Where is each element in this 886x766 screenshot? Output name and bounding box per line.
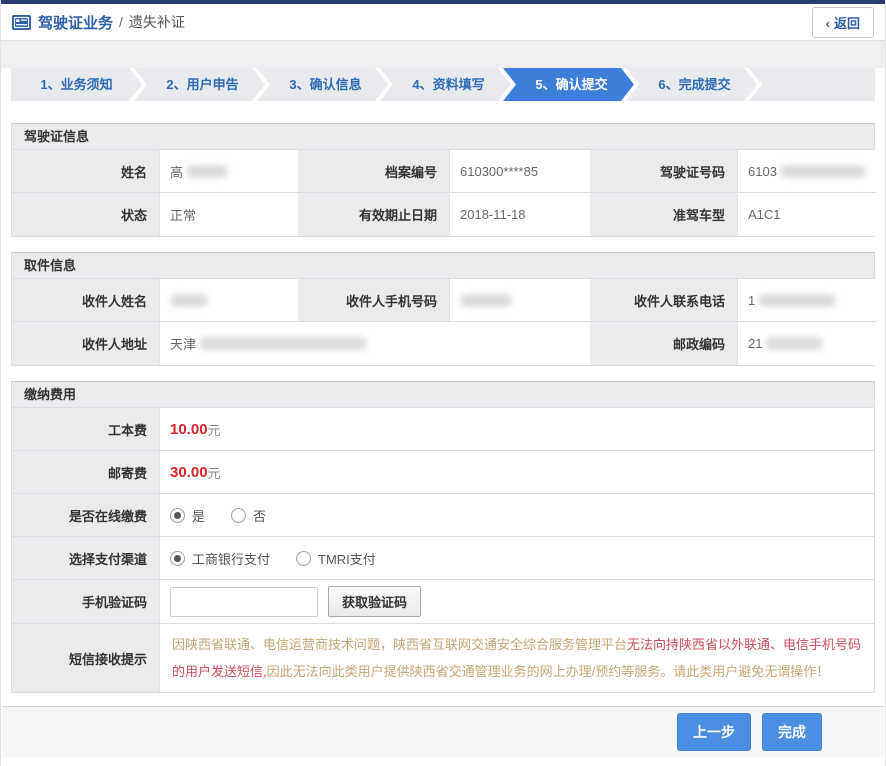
- postal-code-label: 邮政编码: [590, 322, 737, 365]
- step-5-confirm-submit[interactable]: 5、确认提交: [503, 68, 634, 101]
- radio-icbc-pay[interactable]: 工商银行支付: [170, 549, 270, 568]
- finish-button[interactable]: 完成: [762, 713, 822, 751]
- sms-code-row: 获取验证码: [159, 580, 874, 624]
- recipient-name-value: [159, 279, 298, 322]
- main-content: 驾驶证信息 姓名 高 档案编号 610300****85 驾驶证号码 6103 …: [1, 101, 885, 693]
- page-header: 驾驶证业务 / 遗失补证 ‹ 返回: [1, 4, 885, 41]
- license-info-title: 驾驶证信息: [12, 124, 874, 150]
- file-number-label: 档案编号: [298, 150, 449, 193]
- license-number-value: 6103: [737, 150, 876, 193]
- pickup-info-section: 取件信息 收件人姓名 收件人手机号码 收件人联系电话 1 收件人地址 天津 邮政…: [11, 252, 875, 366]
- payment-table: 工本费 10.00元 邮寄费 30.00元 是否在线缴费 是 否 选择支付渠道 …: [12, 408, 874, 692]
- recipient-mobile-label: 收件人手机号码: [298, 279, 449, 322]
- get-sms-code-button[interactable]: 获取验证码: [328, 586, 421, 617]
- redaction-blur: [765, 337, 823, 350]
- back-button-label: 返回: [834, 16, 860, 31]
- step-4-fill-data[interactable]: 4、资料填写: [380, 68, 511, 101]
- step-2-user-declaration[interactable]: 2、用户申告: [134, 68, 265, 101]
- expiry-date-label: 有效期止日期: [298, 193, 449, 236]
- radio-online-yes[interactable]: 是: [170, 506, 205, 525]
- step-3-confirm-info[interactable]: 3、确认信息: [257, 68, 388, 101]
- online-payment-options: 是 否: [159, 494, 874, 537]
- license-number-label: 驾驶证号码: [590, 150, 737, 193]
- payment-channel-options: 工商银行支付 TMRI支付: [159, 537, 874, 580]
- radio-unselected-icon: [296, 551, 311, 566]
- step-bar-filler: [749, 68, 875, 101]
- card-fee-value: 10.00元: [159, 408, 874, 451]
- online-payment-label: 是否在线缴费: [12, 494, 159, 537]
- license-info-section: 驾驶证信息 姓名 高 档案编号 610300****85 驾驶证号码 6103 …: [11, 123, 875, 237]
- step-6-complete-submit[interactable]: 6、完成提交: [626, 68, 757, 101]
- recipient-address-value: 天津: [159, 322, 590, 365]
- radio-selected-icon: [170, 551, 185, 566]
- notice-normal-text: 因此无法向此类用户提供陕西省交通管理业务的网上办理/预约等服务。请此类用户避免无…: [267, 664, 830, 679]
- mail-fee-label: 邮寄费: [12, 451, 159, 494]
- pickup-info-title: 取件信息: [12, 253, 874, 279]
- redaction-blur: [170, 294, 208, 307]
- mail-fee-amount: 30.00: [170, 464, 208, 481]
- footer-action-bar: 上一步 完成: [2, 706, 884, 757]
- redaction-blur: [758, 294, 836, 307]
- postal-code-value: 21: [737, 322, 876, 365]
- sms-code-label: 手机验证码: [12, 580, 159, 624]
- card-fee-amount: 10.00: [170, 421, 208, 438]
- previous-step-button[interactable]: 上一步: [677, 713, 751, 751]
- expiry-date-value: 2018-11-18: [449, 193, 590, 236]
- payment-channel-label: 选择支付渠道: [12, 537, 159, 580]
- radio-unselected-icon: [231, 508, 246, 523]
- license-info-table: 姓名 高 档案编号 610300****85 驾驶证号码 6103 状态 正常 …: [12, 150, 874, 236]
- notice-normal-text: 因陕西省联通、电信运营商技术问题，陕西省互联网交通安全综合服务管理平台: [172, 637, 627, 652]
- back-button[interactable]: ‹ 返回: [812, 7, 874, 38]
- sms-notice-text: 因陕西省联通、电信运营商技术问题，陕西省互联网交通安全综合服务管理平台无法向持陕…: [159, 624, 874, 692]
- recipient-phone-value: 1: [737, 279, 876, 322]
- payment-title: 缴纳费用: [12, 382, 874, 408]
- back-chevron-icon: ‹: [826, 16, 830, 31]
- status-value: 正常: [159, 193, 298, 236]
- sms-code-input[interactable]: [170, 587, 318, 617]
- vehicle-class-value: A1C1: [737, 193, 876, 236]
- recipient-address-label: 收件人地址: [12, 322, 159, 365]
- payment-section: 缴纳费用 工本费 10.00元 邮寄费 30.00元 是否在线缴费 是 否 选择…: [11, 381, 875, 693]
- pickup-info-table: 收件人姓名 收件人手机号码 收件人联系电话 1 收件人地址 天津 邮政编码 21: [12, 279, 874, 365]
- breadcrumb-app-title: 驾驶证业务: [38, 12, 113, 33]
- sms-notice-label: 短信接收提示: [12, 624, 159, 692]
- redaction-blur: [460, 294, 512, 307]
- name-label: 姓名: [12, 150, 159, 193]
- card-fee-unit: 元: [208, 420, 221, 439]
- name-value: 高: [159, 150, 298, 193]
- status-label: 状态: [12, 193, 159, 236]
- header-gap: [1, 41, 885, 68]
- page: 驾驶证业务 / 遗失补证 ‹ 返回 1、业务须知 2、用户申告 3、确认信息 4、…: [0, 0, 886, 766]
- document-list-icon: [12, 15, 31, 30]
- recipient-mobile-value: [449, 279, 590, 322]
- breadcrumb-separator: /: [119, 14, 123, 30]
- radio-selected-icon: [170, 508, 185, 523]
- step-1-business-notice[interactable]: 1、业务须知: [11, 68, 142, 101]
- file-number-value: 610300****85: [449, 150, 590, 193]
- card-fee-label: 工本费: [12, 408, 159, 451]
- recipient-name-label: 收件人姓名: [12, 279, 159, 322]
- mail-fee-unit: 元: [208, 463, 221, 482]
- radio-online-no[interactable]: 否: [231, 506, 266, 525]
- radio-tmri-pay[interactable]: TMRI支付: [296, 549, 376, 568]
- step-wizard: 1、业务须知 2、用户申告 3、确认信息 4、资料填写 5、确认提交 6、完成提…: [11, 68, 875, 101]
- mail-fee-value: 30.00元: [159, 451, 874, 494]
- vehicle-class-label: 准驾车型: [590, 193, 737, 236]
- redaction-blur: [186, 165, 228, 178]
- recipient-phone-label: 收件人联系电话: [590, 279, 737, 322]
- redaction-blur: [780, 165, 866, 178]
- redaction-blur: [199, 337, 367, 350]
- breadcrumb-page-title: 遗失补证: [129, 12, 185, 32]
